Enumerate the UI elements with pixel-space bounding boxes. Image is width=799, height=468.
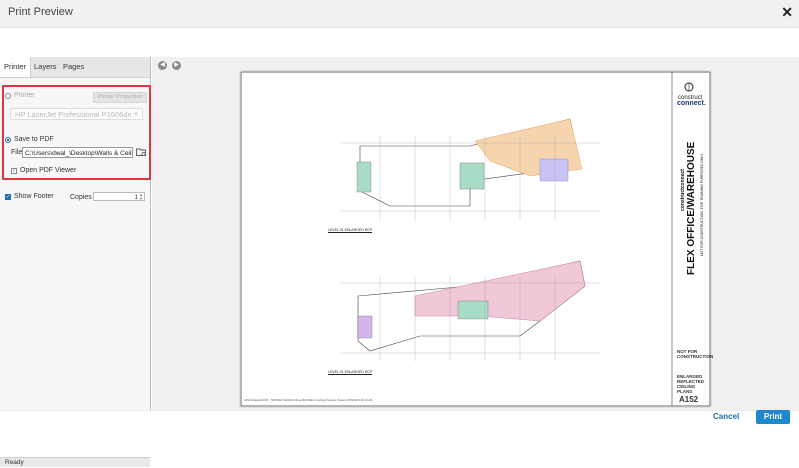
printer-select-value: HP LaserJet Professional P1606dn [15,110,132,119]
tab-printer[interactable]: Printer [0,57,32,77]
copies-stepper[interactable]: 1 ▲ ▼ [93,192,145,201]
next-page-icon[interactable]: ▶ [172,61,181,70]
title-bar: Print Preview ✕ [0,0,799,28]
plan-label-top: LEVEL 01 ENLARGED RCP [328,228,373,233]
copies-value: 1 [134,194,138,201]
copies-label: Copies : [70,194,96,201]
chevron-down-icon: ▼ [133,112,139,118]
open-pdf-viewer-label: Open PDF Viewer [20,167,77,174]
copies-label-row: Copies : [70,194,96,201]
print-button[interactable]: Print [756,410,790,424]
not-for-construction-vertical: NOT FOR CONSTRUCTION. FOR TRAINING PURPO… [700,153,704,256]
browse-folder-icon[interactable] [136,147,146,157]
tab-bar: Printer Layers Pages [0,57,150,78]
tab-layers[interactable]: Layers [34,62,57,71]
top-floor-plan [340,118,600,221]
bottom-floor-plan [340,260,600,361]
drawing-graphics [240,71,711,407]
footer-bar [0,410,799,434]
save-pdf-radio[interactable] [5,136,11,143]
open-pdf-viewer-option[interactable]: ✓ Open PDF Viewer [11,167,76,174]
show-footer-checkbox[interactable]: ✓ [5,193,11,200]
sheet-footer-text: A152 Enlarged RCP - 7665 REV 32MHCC Rose… [244,399,373,402]
close-icon[interactable]: ✕ [781,4,793,21]
open-pdf-viewer-checkbox[interactable]: ✓ [11,167,17,174]
file-path-input[interactable]: C:\Users\dwal_\Desktop\Walls & Ceilings [22,147,133,158]
cancel-button[interactable]: Cancel [713,410,739,424]
printer-radio[interactable] [5,92,11,99]
sheet-title: ENLARGED REFLECTED CEILING PLANS [677,374,704,394]
settings-panel: Printer Layers Pages Printer Printer Pro… [0,57,151,467]
printer-radio-label: Printer [14,92,35,99]
save-pdf-option[interactable]: Save to PDF [5,136,54,143]
status-bar: Ready [0,457,150,467]
printer-option[interactable]: Printer [5,92,35,99]
printer-properties-button[interactable]: Printer Properties [93,92,147,103]
printer-select[interactable]: HP LaserJet Professional P1606dn ▼ [10,108,143,120]
project-title: FLEX OFFICE/WAREHOUSE [686,141,697,275]
window-title: Print Preview [8,6,73,18]
show-footer-label: Show Footer [14,193,54,200]
stepper-arrows-icon[interactable]: ▲ ▼ [139,193,143,201]
sheet-number: A152 [679,395,699,404]
plan-label-bottom: LEVEL 01 ENLARGED RCP [328,370,373,375]
logo-bottom-text: connect. [677,100,706,107]
save-pdf-label: Save to PDF [14,136,54,143]
drawing-sheet: construct connect. constructconnect FLEX… [240,71,714,407]
previous-page-icon[interactable]: ◀ [158,61,167,70]
stamp-text: NOT FOR CONSTRUCTION [677,349,714,359]
preview-area[interactable]: ◀ ▶ construct connect. constructconnect … [152,57,799,410]
show-footer-option[interactable]: ✓ Show Footer [5,193,54,200]
tab-pages[interactable]: Pages [63,62,84,71]
